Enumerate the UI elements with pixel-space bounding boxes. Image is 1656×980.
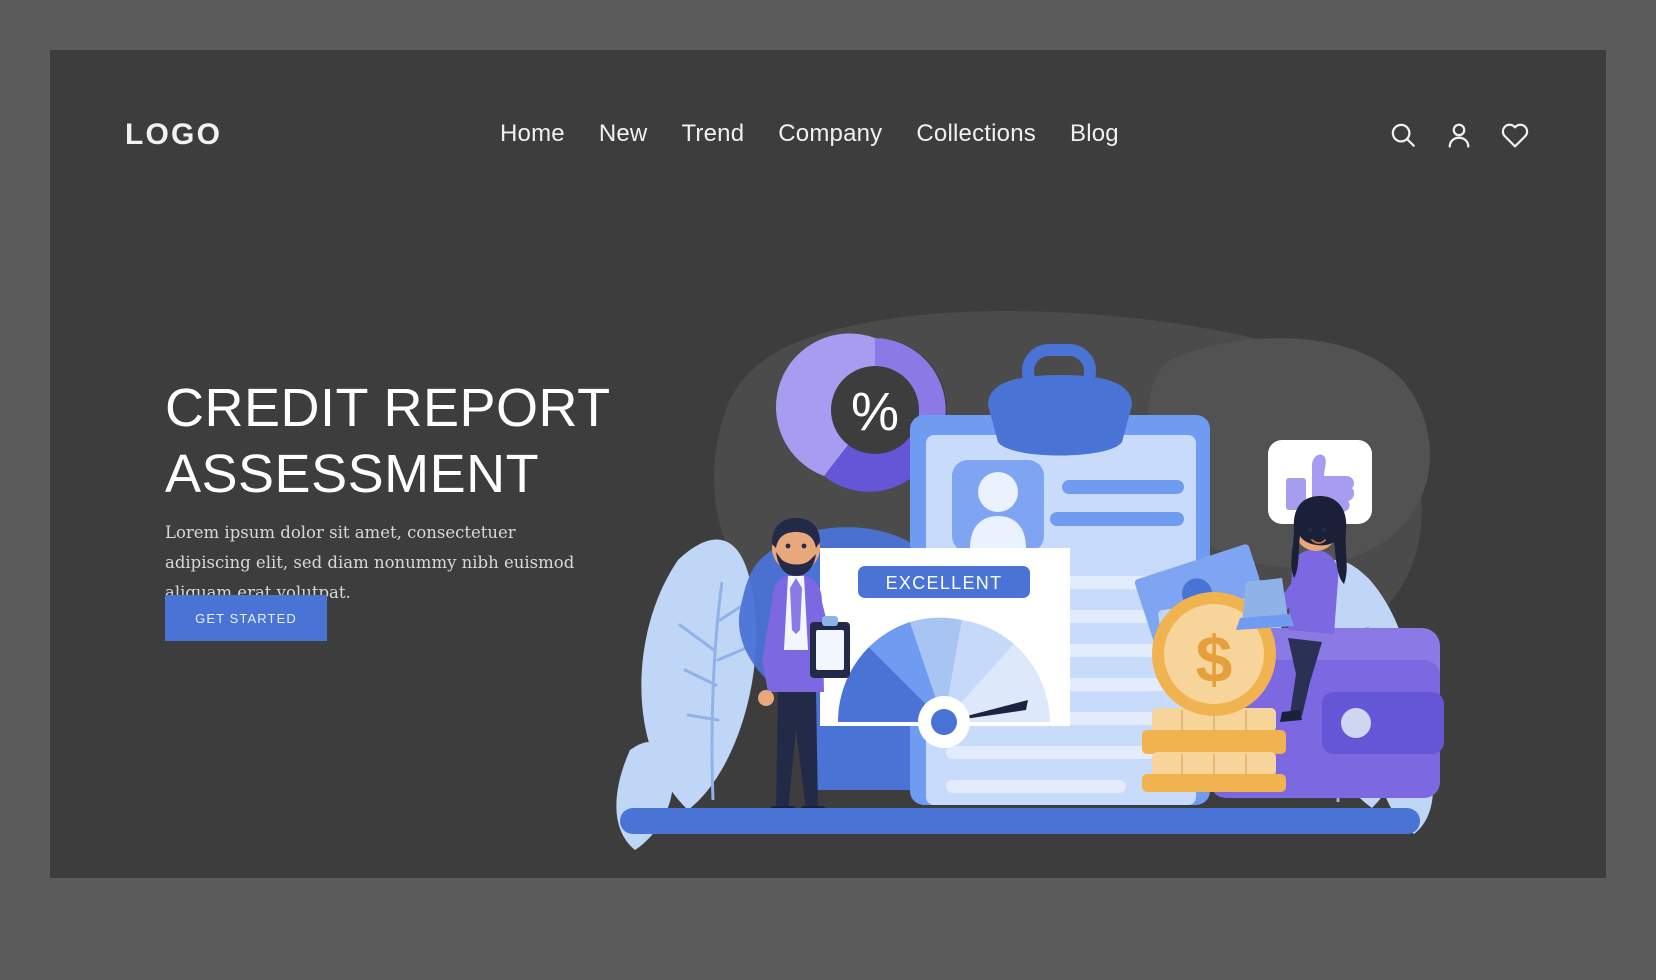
nav-item-collections[interactable]: Collections (916, 120, 1036, 148)
search-icon[interactable] (1388, 120, 1418, 150)
coin-dollar-symbol: $ (1196, 622, 1233, 696)
page-root: LOGO Home New Trend Company Collections … (0, 0, 1656, 980)
nav-item-home[interactable]: Home (500, 120, 565, 148)
credit-gauge-card: EXCELLENT (820, 548, 1070, 748)
leaf-decoration-left (616, 539, 757, 850)
user-icon[interactable] (1444, 120, 1474, 150)
nav-item-trend[interactable]: Trend (681, 120, 744, 148)
site-header: LOGO Home New Trend Company Collections … (50, 50, 1606, 190)
logo[interactable]: LOGO (125, 118, 222, 152)
nav-item-blog[interactable]: Blog (1070, 120, 1119, 148)
landing-page-frame: LOGO Home New Trend Company Collections … (50, 50, 1606, 878)
ground-platform (620, 808, 1420, 834)
header-icon-group (1388, 120, 1530, 150)
main-navigation: Home New Trend Company Collections Blog (500, 120, 1119, 148)
nav-item-new[interactable]: New (599, 120, 648, 148)
percent-symbol: % (851, 382, 899, 442)
get-started-button[interactable]: GET STARTED (165, 595, 327, 641)
credit-report-illustration: % $ EXCELLENT (610, 230, 1450, 870)
heart-icon[interactable] (1500, 120, 1530, 150)
nav-item-company[interactable]: Company (778, 120, 882, 148)
gauge-badge-label: EXCELLENT (886, 573, 1003, 593)
